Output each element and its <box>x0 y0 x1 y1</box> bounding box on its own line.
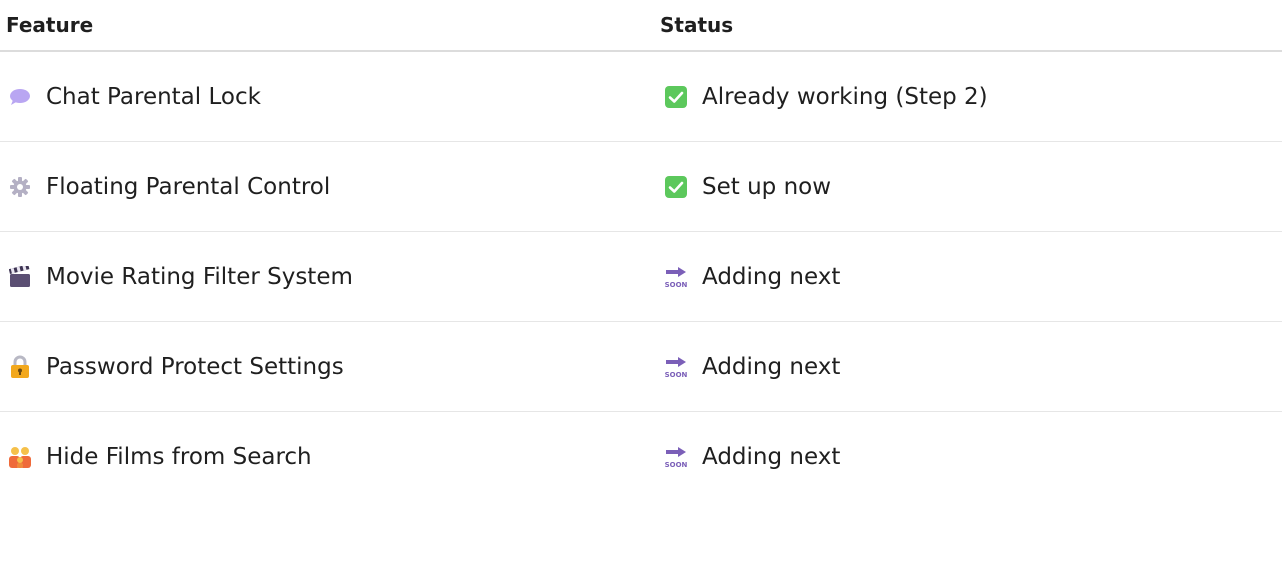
status-text: Adding next <box>702 354 841 380</box>
status-text: Adding next <box>702 444 841 470</box>
soon-arrow-icon: SOON <box>664 355 688 379</box>
feature-status-table: Feature Status Chat Parental Lock Alread… <box>0 0 1282 502</box>
table-header-row: Feature Status <box>0 0 1282 52</box>
speech-bubble-icon <box>8 85 32 109</box>
table-row: Floating Parental Control Set up now <box>0 142 1282 232</box>
check-box-icon <box>664 85 688 109</box>
feature-name: Floating Parental Control <box>46 174 331 200</box>
status-cell: Set up now <box>664 142 831 232</box>
table-row: Hide Films from Search SOON Adding next <box>0 412 1282 502</box>
gear-icon <box>8 175 32 199</box>
family-icon <box>8 445 32 469</box>
svg-text:SOON: SOON <box>665 371 688 379</box>
status-cell: SOON Adding next <box>664 232 841 322</box>
status-column-header: Status <box>660 13 734 37</box>
feature-name: Chat Parental Lock <box>46 84 261 110</box>
feature-name: Password Protect Settings <box>46 354 344 380</box>
status-text: Already working (Step 2) <box>702 84 988 110</box>
feature-cell: Movie Rating Filter System <box>8 232 353 322</box>
status-cell: SOON Adding next <box>664 412 841 502</box>
clapper-board-icon <box>8 265 32 289</box>
lock-icon <box>8 355 32 379</box>
feature-cell: Chat Parental Lock <box>8 52 261 142</box>
soon-arrow-icon: SOON <box>664 445 688 469</box>
table-row: Password Protect Settings SOON Adding ne… <box>0 322 1282 412</box>
feature-cell: Hide Films from Search <box>8 412 312 502</box>
table-row: Movie Rating Filter System SOON Adding n… <box>0 232 1282 322</box>
feature-column-header: Feature <box>6 13 94 37</box>
feature-name: Movie Rating Filter System <box>46 264 353 290</box>
check-box-icon <box>664 175 688 199</box>
soon-arrow-icon: SOON <box>664 265 688 289</box>
feature-name: Hide Films from Search <box>46 444 312 470</box>
status-text: Adding next <box>702 264 841 290</box>
svg-text:SOON: SOON <box>665 281 688 289</box>
status-cell: SOON Adding next <box>664 322 841 412</box>
status-cell: Already working (Step 2) <box>664 52 988 142</box>
table-row: Chat Parental Lock Already working (Step… <box>0 52 1282 142</box>
status-text: Set up now <box>702 174 832 200</box>
svg-text:SOON: SOON <box>665 461 688 469</box>
feature-cell: Password Protect Settings <box>8 322 344 412</box>
feature-cell: Floating Parental Control <box>8 142 330 232</box>
